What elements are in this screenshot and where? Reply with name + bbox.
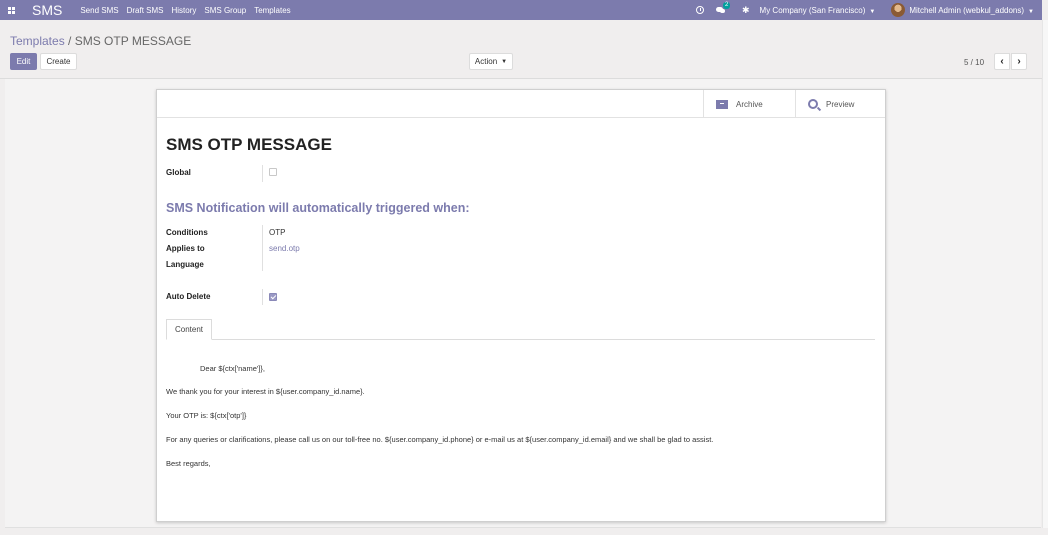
field-separator [262, 165, 263, 182]
body-line-otp: Your OTP is: ${ctx['otp']} [166, 411, 247, 420]
user-menu[interactable]: Mitchell Admin (webkul_addons) ▼ [909, 6, 1034, 15]
breadcrumb-separator: / [64, 34, 75, 48]
tab-content[interactable]: Content [166, 319, 212, 340]
company-name: My Company (San Francisco) [759, 5, 866, 15]
archive-button[interactable]: Archive [703, 90, 795, 118]
messaging-icon[interactable]: 2 [716, 2, 731, 14]
record-title: SMS OTP MESSAGE [166, 135, 332, 154]
pager-value[interactable]: 5 / 10 [964, 58, 984, 67]
conditions-value[interactable]: OTP [269, 228, 285, 237]
action-dropdown[interactable]: Action ▼ [469, 53, 513, 70]
create-button[interactable]: Create [40, 53, 77, 70]
messaging-badge: 2 [723, 2, 731, 9]
tab-divider [166, 339, 875, 340]
breadcrumb-templates[interactable]: Templates [10, 34, 65, 48]
user-name: Mitchell Admin (webkul_addons) [909, 5, 1025, 15]
language-label: Language [166, 260, 204, 269]
applies-to-label: Applies to [166, 244, 205, 253]
menu-draft-sms[interactable]: Draft SMS [127, 6, 164, 15]
caret-down-icon: ▼ [869, 8, 876, 15]
user-avatar[interactable] [891, 3, 906, 17]
global-checkbox[interactable] [269, 168, 277, 176]
breadcrumb-current: SMS OTP MESSAGE [74, 34, 192, 48]
body-line-regards: Best regards, [166, 459, 211, 468]
page-scrollbar[interactable] [1042, 20, 1048, 528]
body-greeting: Dear ${ctx['name']}, [200, 364, 265, 373]
field-separator [262, 225, 263, 271]
search-plus-icon [808, 99, 818, 109]
archive-label: Archive [736, 99, 763, 109]
body-line-queries: For any queries or clarifications, pleas… [166, 435, 714, 444]
app-brand[interactable]: SMS [32, 2, 62, 18]
archive-icon [716, 99, 728, 109]
auto-delete-checkbox[interactable] [269, 293, 277, 301]
activity-clock-icon[interactable] [696, 6, 704, 14]
form-sheet: Archive Preview SMS OTP MESSAGE Global S… [156, 89, 886, 522]
section-heading: SMS Notification will automatically trig… [166, 201, 470, 215]
company-switcher[interactable]: My Company (San Francisco) ▼ [760, 6, 876, 15]
applies-to-value[interactable]: send.otp [269, 244, 300, 253]
breadcrumb: Templates / SMS OTP MESSAGE [10, 34, 191, 48]
pager-next-button[interactable]: › [1011, 53, 1027, 70]
debug-bug-icon[interactable]: ✱ [742, 5, 750, 16]
body-line-interest: We thank you for your interest in ${user… [166, 387, 365, 396]
global-label: Global [166, 168, 191, 177]
caret-down-icon: ▼ [501, 58, 508, 65]
menu-sms-group[interactable]: SMS Group [204, 6, 246, 15]
field-separator [262, 289, 263, 305]
caret-down-icon: ▼ [1028, 8, 1034, 15]
top-navbar: SMS Send SMS Draft SMS History SMS Group… [0, 0, 1042, 20]
menu-send-sms[interactable]: Send SMS [80, 6, 118, 15]
edit-button[interactable]: Edit [10, 53, 37, 70]
preview-button[interactable]: Preview [795, 90, 885, 118]
pager-previous-button[interactable]: ‹ [994, 53, 1010, 70]
preview-label: Preview [826, 99, 855, 109]
auto-delete-label: Auto Delete [166, 292, 211, 301]
menu-history[interactable]: History [172, 6, 197, 15]
menu-templates[interactable]: Templates [254, 6, 290, 15]
apps-menu-icon[interactable] [4, 0, 18, 20]
conditions-label: Conditions [166, 228, 208, 237]
action-label: Action [474, 57, 498, 66]
